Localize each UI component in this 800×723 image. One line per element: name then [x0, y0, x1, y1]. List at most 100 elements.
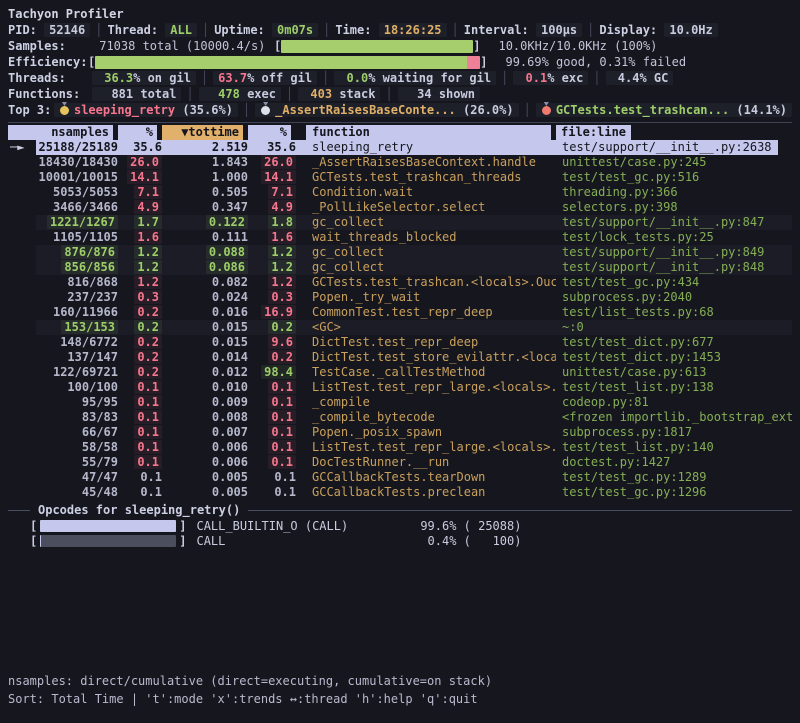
nsamples-cell: 1105/1105	[36, 230, 118, 245]
table-row[interactable]: 137/1470.20.0140.2DictTest.test_store_ev…	[8, 350, 792, 365]
table-row[interactable]: 5053/50537.10.5057.1Condition.waitthread…	[8, 185, 792, 200]
pct-cumulative-cell: 0.1	[248, 380, 296, 395]
file-line-cell: test/lock_tests.py:25	[556, 230, 792, 245]
value: 160/11966	[53, 305, 118, 319]
table-row[interactable]: 18430/1843026.01.84326.0_AssertRaisesBas…	[8, 155, 792, 170]
function-name-cell: Popen._posix_spawn	[306, 425, 556, 440]
nsamples-cell: 160/11966	[36, 305, 118, 320]
value: 0.2	[268, 350, 296, 364]
threads-row: Threads: 36.3% on gil│63.7% off gil│ 0.0…	[8, 70, 792, 86]
column-header-function[interactable]: function	[306, 125, 551, 140]
opcode-bar	[40, 520, 176, 532]
separator: │	[281, 87, 298, 101]
value: 122/69721	[53, 365, 118, 379]
table-row[interactable]: 100/1000.10.0100.1ListTest.test_repr_lar…	[8, 380, 792, 395]
top-function-chip[interactable]: GCTests.test_trashcan... (14.1%)	[536, 103, 792, 117]
column-header-pct-cumulative[interactable]: %	[248, 125, 291, 140]
row-marker	[8, 215, 36, 230]
tottime-cell: 0.007	[162, 425, 248, 440]
separator: │	[90, 23, 107, 37]
pct-cumulative-cell: 26.0	[248, 155, 296, 170]
column-gap	[296, 245, 306, 260]
column-header-file-line[interactable]: file:line	[556, 125, 631, 140]
table-row[interactable]: 122/697210.20.01298.4TestCase._callTestM…	[8, 365, 792, 380]
function-name-cell: GCCallbackTests.preclean	[306, 485, 556, 500]
table-row[interactable]: 153/1530.20.0150.2<GC>~:0	[8, 320, 792, 335]
pct-cumulative-cell: 98.4	[248, 365, 296, 380]
nsamples-cell: 47/47	[36, 470, 118, 485]
value: 0.012	[212, 365, 248, 379]
pct-direct-cell: 1.2	[118, 260, 162, 275]
function-name-cell: wait_threads_blocked	[306, 230, 556, 245]
value: 0.007	[212, 425, 248, 439]
pct-cumulative-cell: 9.6	[248, 335, 296, 350]
pct-direct-cell: 1.2	[118, 275, 162, 290]
pct-direct-cell: 0.2	[118, 320, 162, 335]
function-name-cell: DocTestRunner.__run	[306, 455, 556, 470]
table-row[interactable]: 45/480.10.0050.1GCCallbackTests.preclean…	[8, 485, 792, 500]
pct-direct-cell: 1.7	[118, 215, 162, 230]
value: 35.6	[267, 140, 296, 154]
column-gap	[296, 455, 306, 470]
tottime-cell: 0.006	[162, 455, 248, 470]
functions-row: Functions: 881 total│ 478 exec│ 403 stac…	[8, 86, 792, 102]
function-name-cell: _compile_bytecode	[306, 410, 556, 425]
top-function-chip[interactable]: _AssertRaisesBaseConte... (26.0%)	[255, 103, 518, 117]
stat-value: 36.3	[97, 71, 133, 85]
pct-cumulative-cell: 1.8	[248, 215, 296, 230]
pct-cumulative-cell: 14.1	[248, 170, 296, 185]
table-row[interactable]: 10001/1001514.11.00014.1GCTests.test_tra…	[8, 170, 792, 185]
value: 0.016	[212, 305, 248, 319]
pct-direct-cell: 7.1	[118, 185, 162, 200]
value: 1.2	[268, 260, 296, 274]
table-row[interactable]: 1105/11051.60.1111.6wait_threads_blocked…	[8, 230, 792, 245]
column-header-nsamples[interactable]: nsamples	[8, 125, 113, 140]
pct-direct-cell: 0.1	[118, 455, 162, 470]
separator: │	[196, 71, 213, 85]
divider	[8, 122, 792, 123]
value: 0.015	[212, 320, 248, 334]
table-row[interactable]: 816/8681.20.0821.2GCTests.test_trashcan.…	[8, 275, 792, 290]
pct-direct-cell: 0.1	[118, 410, 162, 425]
table-row[interactable]: 58/580.10.0060.1ListTest.test_repr_large…	[8, 440, 792, 455]
table-row[interactable]: ─►25188/2518935.62.51935.6sleeping_retry…	[8, 140, 792, 155]
table-row[interactable]: 66/670.10.0070.1Popen._posix_spawnsubpro…	[8, 425, 792, 440]
column-gap	[296, 215, 306, 230]
table-row[interactable]: 856/8561.20.0861.2gc_collecttest/support…	[8, 260, 792, 275]
top-function-chip[interactable]: sleeping_retry (35.6%)	[54, 103, 238, 117]
value: 0.014	[212, 350, 248, 364]
column-header-tottime-sorted[interactable]: ▼tottime	[162, 125, 243, 140]
value: 137/147	[67, 350, 118, 364]
value: 0.2	[134, 335, 162, 349]
table-row[interactable]: 876/8761.20.0881.2gc_collecttest/support…	[8, 245, 792, 260]
stat-value: 881	[97, 87, 133, 101]
value: 0.2	[134, 350, 162, 364]
function-name-cell: gc_collect	[306, 215, 556, 230]
file-line-cell: threading.py:366	[556, 185, 792, 200]
table-row[interactable]: 3466/34664.90.3474.9_PollLikeSelector.se…	[8, 200, 792, 215]
tottime-cell: 0.005	[162, 485, 248, 500]
value: 0.005	[212, 485, 248, 499]
table-row[interactable]: 148/67720.20.0159.6DictTest.test_repr_de…	[8, 335, 792, 350]
value: 0.1	[140, 470, 162, 484]
table-row[interactable]: 83/830.10.0080.1_compile_bytecode<frozen…	[8, 410, 792, 425]
opcodes-section-header: Opcodes for sleeping_retry()	[8, 502, 792, 518]
pct-cumulative-cell: 0.2	[248, 350, 296, 365]
status-label: Display:	[599, 22, 664, 38]
stat-unit: % waiting for gil	[368, 71, 491, 85]
nsamples-cell: 18430/18430	[36, 155, 118, 170]
bronze-medal-icon	[542, 106, 551, 115]
table-row[interactable]: 1221/12671.70.1221.8gc_collecttest/suppo…	[8, 215, 792, 230]
value: 5053/5053	[53, 185, 118, 199]
table-row[interactable]: 237/2370.30.0240.3Popen._try_waitsubproc…	[8, 290, 792, 305]
table-row[interactable]: 95/950.10.0090.1_compilecodeop.py:81	[8, 395, 792, 410]
file-line-cell: test/test_gc.py:516	[556, 170, 792, 185]
column-header-pct-direct[interactable]: %	[118, 125, 157, 140]
tottime-cell: 0.010	[162, 380, 248, 395]
tottime-cell: 0.086	[162, 260, 248, 275]
functions-stats: 881 total│ 478 exec│ 403 stack│ 34 shown	[92, 86, 480, 102]
pct-direct-cell: 0.2	[118, 365, 162, 380]
table-row[interactable]: 160/119660.20.01616.9CommonTest.test_rep…	[8, 305, 792, 320]
table-row[interactable]: 55/790.10.0060.1DocTestRunner.__rundocte…	[8, 455, 792, 470]
table-row[interactable]: 47/470.10.0050.1GCCallbackTests.tearDown…	[8, 470, 792, 485]
